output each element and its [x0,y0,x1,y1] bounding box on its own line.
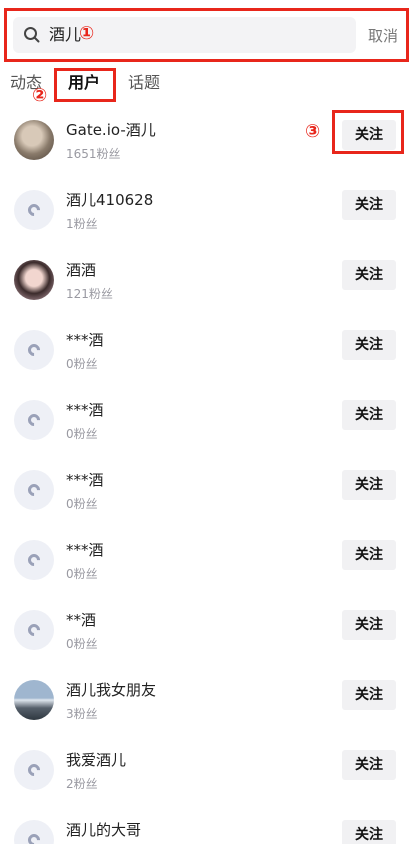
avatar[interactable] [14,540,54,580]
user-name: 酒儿410628 [66,191,154,209]
user-name: 酒酒 [66,261,97,279]
avatar[interactable] [14,750,54,790]
search-query: 酒儿 [49,25,82,44]
user-list: Gate.io-酒儿 1651粉丝 关注 酒儿410628 1粉丝 关注 酒酒 … [0,106,414,844]
avatar[interactable] [14,470,54,510]
follow-button[interactable]: 关注 [342,540,396,570]
fan-count: 0粉丝 [66,497,98,511]
list-item[interactable]: 我爱酒儿 2粉丝 关注 [0,736,414,806]
avatar[interactable] [14,190,54,230]
avatar[interactable] [14,820,54,844]
avatar[interactable] [14,680,54,720]
user-name: 我爱酒儿 [66,751,127,769]
fan-count: 0粉丝 [66,567,98,581]
user-name: ***酒 [66,331,104,349]
list-item[interactable]: **酒 0粉丝 关注 [0,596,414,666]
avatar[interactable] [14,260,54,300]
fan-count: 2粉丝 [66,777,98,791]
avatar[interactable] [14,120,54,160]
search-icon [24,27,40,43]
avatar[interactable] [14,330,54,370]
list-item[interactable]: ***酒 0粉丝 关注 [0,386,414,456]
list-item[interactable]: ***酒 0粉丝 关注 [0,526,414,596]
list-item[interactable]: 酒儿410628 1粉丝 关注 [0,176,414,246]
user-name: ***酒 [66,471,104,489]
follow-button[interactable]: 关注 [342,750,396,780]
tab-users-highlight [54,68,116,102]
fan-count: 3粉丝 [66,707,98,721]
list-item[interactable]: 酒儿我女朋友 3粉丝 关注 [0,666,414,736]
follow-button[interactable]: 关注 [342,260,396,290]
avatar[interactable] [14,400,54,440]
follow-button[interactable]: 关注 [342,330,396,360]
list-item[interactable]: 酒酒 121粉丝 关注 [0,246,414,316]
list-item[interactable]: ***酒 0粉丝 关注 [0,456,414,526]
user-name: 酒儿我女朋友 [66,681,157,699]
fan-count: 0粉丝 [66,357,98,371]
annotation-1: ① [79,23,95,44]
follow-button[interactable]: 关注 [342,400,396,430]
cancel-button[interactable]: 取消 [368,25,398,47]
fan-count: 0粉丝 [66,427,98,441]
tab-topics[interactable]: 话题 [128,72,160,94]
user-name: 酒儿的大哥 [66,821,142,839]
list-item[interactable]: ***酒 0粉丝 关注 [0,316,414,386]
user-name: ***酒 [66,401,104,419]
follow-button[interactable]: 关注 [342,190,396,220]
fan-count: 0粉丝 [66,637,98,651]
list-item[interactable]: 酒儿的大哥 关注 [0,806,414,844]
user-name: **酒 [66,611,97,629]
annotation-2: ② [32,85,48,106]
follow-button-highlight [332,110,404,154]
fan-count: 1粉丝 [66,217,98,231]
follow-button[interactable]: 关注 [342,470,396,500]
annotation-3: ③ [305,121,321,142]
follow-button[interactable]: 关注 [342,820,396,844]
fan-count: 1651粉丝 [66,147,121,161]
fan-count: 121粉丝 [66,287,113,301]
follow-button[interactable]: 关注 [342,680,396,710]
user-name: Gate.io-酒儿 [66,121,156,139]
avatar[interactable] [14,610,54,650]
search-input[interactable]: 酒儿 [13,17,356,53]
user-name: ***酒 [66,541,104,559]
search-header: 酒儿 取消 [4,8,409,62]
follow-button[interactable]: 关注 [342,610,396,640]
